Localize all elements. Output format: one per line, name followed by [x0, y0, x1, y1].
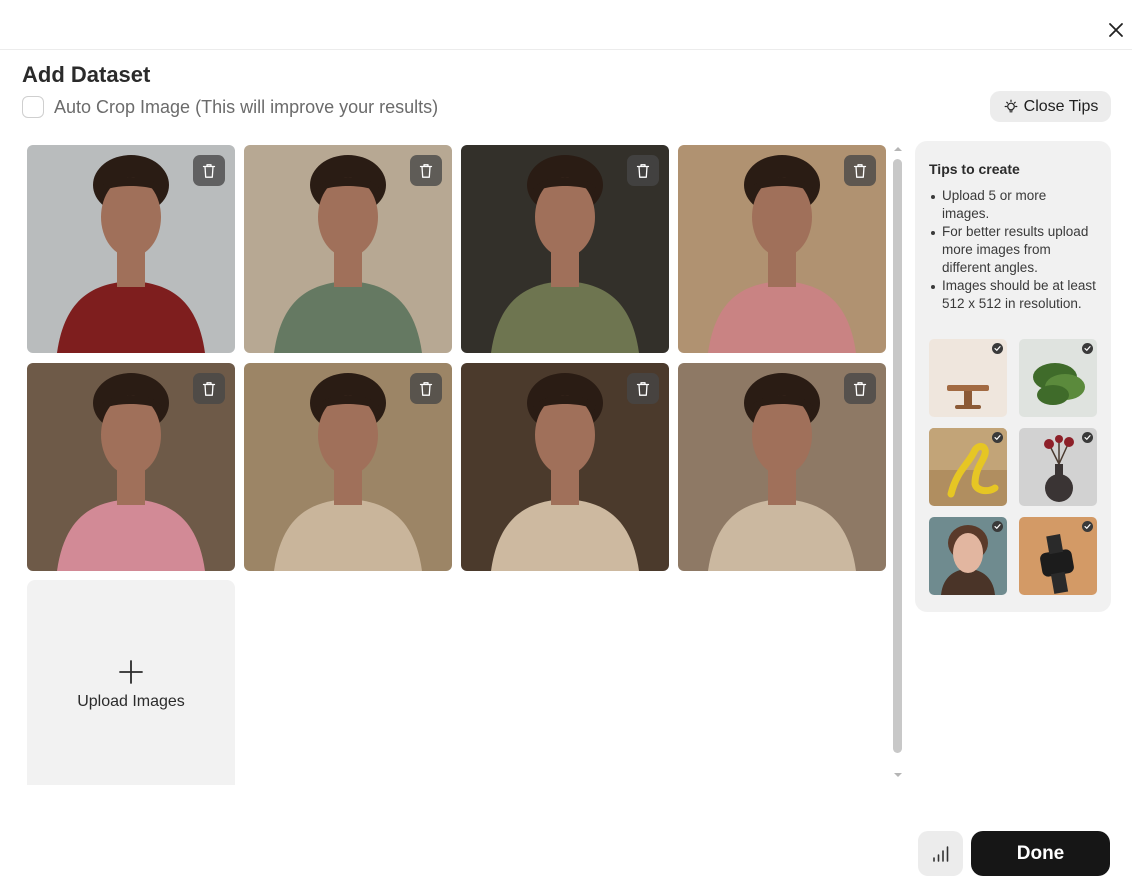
- tips-list: Upload 5 or more images. For better resu…: [929, 187, 1097, 313]
- example-images: [929, 339, 1099, 595]
- scroll-up-arrow-icon[interactable]: [892, 145, 904, 153]
- dataset-image[interactable]: [27, 145, 235, 353]
- scroll-thumb[interactable]: [893, 159, 902, 753]
- delete-image-button[interactable]: [627, 373, 659, 404]
- tip-item: Upload 5 or more images.: [929, 187, 1097, 223]
- check-icon: [992, 432, 1003, 443]
- auto-crop-checkbox[interactable]: [22, 96, 44, 118]
- tip-item: Images should be at least 512 x 512 in r…: [929, 277, 1097, 313]
- lightbulb-icon: [1004, 99, 1018, 112]
- delete-image-button[interactable]: [193, 155, 225, 186]
- tips-panel: Tips to create Upload 5 or more images. …: [915, 141, 1111, 612]
- trash-icon: [853, 163, 867, 178]
- trash-icon: [419, 381, 433, 396]
- delete-image-button[interactable]: [844, 373, 876, 404]
- example-image: [929, 428, 1007, 506]
- trash-icon: [202, 381, 216, 396]
- image-grid: Upload Images: [27, 145, 888, 785]
- scroll-down-arrow-icon[interactable]: [892, 771, 904, 779]
- trash-icon: [853, 381, 867, 396]
- trash-icon: [636, 163, 650, 178]
- check-icon: [1082, 521, 1093, 532]
- check-icon: [992, 521, 1003, 532]
- dataset-image[interactable]: [461, 145, 669, 353]
- modal-header: [0, 0, 1132, 50]
- check-icon: [1082, 343, 1093, 354]
- upload-images-label: Upload Images: [77, 693, 185, 710]
- dataset-image[interactable]: [244, 145, 452, 353]
- delete-image-button[interactable]: [410, 373, 442, 404]
- example-image: [1019, 428, 1097, 506]
- close-icon[interactable]: [1106, 20, 1126, 40]
- tip-item: For better results upload more images fr…: [929, 223, 1097, 277]
- delete-image-button[interactable]: [627, 155, 659, 186]
- close-tips-label: Close Tips: [1023, 97, 1099, 115]
- dataset-image[interactable]: [678, 145, 886, 353]
- check-icon: [1082, 432, 1093, 443]
- dataset-image[interactable]: [678, 363, 886, 571]
- trash-icon: [202, 163, 216, 178]
- dataset-image[interactable]: [461, 363, 669, 571]
- example-image: [1019, 339, 1097, 417]
- example-image: [929, 517, 1007, 595]
- example-image: [929, 339, 1007, 417]
- dataset-image[interactable]: [27, 363, 235, 571]
- done-button[interactable]: Done: [971, 831, 1110, 876]
- tips-title: Tips to create: [929, 161, 1020, 177]
- plus-icon: [119, 660, 143, 684]
- trash-icon: [636, 381, 650, 396]
- auto-crop-toggle[interactable]: Auto Crop Image (This will improve your …: [22, 96, 438, 118]
- grid-scrollbar[interactable]: [892, 145, 904, 781]
- example-image: [1019, 517, 1097, 595]
- check-icon: [992, 343, 1003, 354]
- dataset-image[interactable]: [244, 363, 452, 571]
- auto-crop-label: Auto Crop Image (This will improve your …: [54, 96, 439, 117]
- trash-icon: [419, 163, 433, 178]
- delete-image-button[interactable]: [844, 155, 876, 186]
- upload-images-button[interactable]: Upload Images: [27, 580, 235, 785]
- dialog-title: Add Dataset: [22, 62, 151, 87]
- delete-image-button[interactable]: [410, 155, 442, 186]
- close-tips-button[interactable]: Close Tips: [990, 91, 1111, 122]
- delete-image-button[interactable]: [193, 373, 225, 404]
- signal-bars-icon: [932, 845, 948, 862]
- signal-button[interactable]: [918, 831, 963, 876]
